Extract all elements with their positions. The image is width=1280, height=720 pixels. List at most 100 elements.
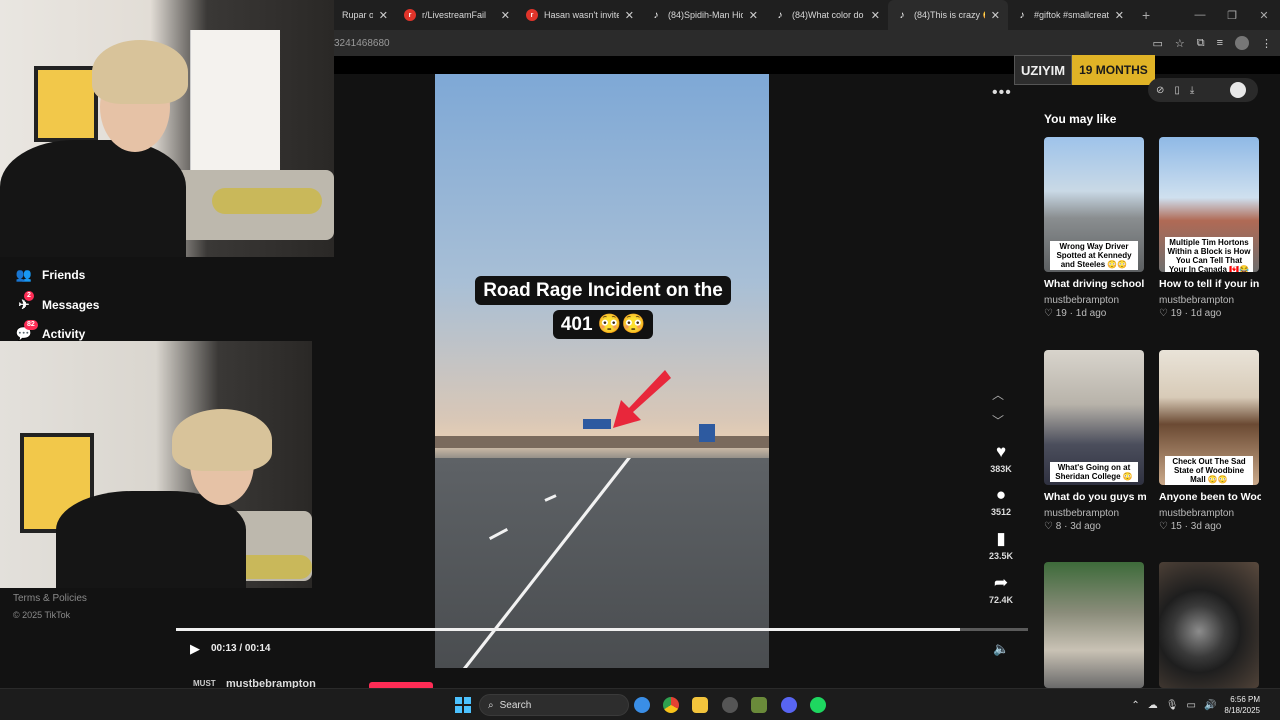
close-tab-icon[interactable]: ✕ [1115,9,1124,22]
video-caption: Road Rage Incident on the 401 😳😳 [473,274,733,342]
tab-title: Rupar on [342,10,373,20]
browser-tab[interactable]: Rupar on ✕ [334,0,396,30]
browser-tab[interactable]: ♪ (84)Spidih-Man Hide ✕ [642,0,766,30]
close-tab-icon[interactable]: ✕ [501,9,510,22]
device-icon[interactable]: ▯ [1174,85,1180,96]
display-icon[interactable]: ▭ [1187,700,1196,711]
chevron-down-icon[interactable]: ﹀ [992,412,1004,429]
recommendation-card[interactable] [1159,562,1261,688]
file-explorer-icon[interactable] [692,697,708,713]
search-icon: ⌕ [488,699,494,711]
video-player[interactable] [435,74,769,668]
recommendation-card[interactable]: What's Going on at Sheridan College 😳 Wh… [1044,350,1146,532]
heart-icon: ♥ [995,442,1007,461]
like-button[interactable]: ♥ 383K [980,442,1022,474]
obs-icon[interactable] [722,697,738,713]
streamer-shirt [0,140,186,257]
restore-icon[interactable]: ❐ [1216,9,1248,22]
media-icon[interactable]: ≡ [1217,37,1223,49]
settings-icon[interactable]: ⊘ [1156,85,1164,96]
overpass [435,436,769,448]
close-tab-icon[interactable]: ✕ [379,9,388,22]
share-count: 72.4K [988,595,1014,605]
browser-tab[interactable]: ♪ (84)What color do yo ✕ [766,0,888,30]
progress-fill [176,628,960,631]
chevron-up-tray-icon[interactable]: ⌃ [1131,700,1139,711]
recommendation-card[interactable]: Check Out The Sad State of Woodbine Mall… [1159,350,1261,532]
tab-title: Hasan wasn't invited [544,10,619,20]
card-likes: 8 [1055,521,1062,532]
tab-title: r/LivestreamFail [422,10,487,20]
browser-toolbar-icons: ▭ ☆ ⧉ ≡ ⋮ [1152,30,1272,56]
plush-toy [212,188,322,214]
card-author: mustbebrampton [1044,508,1120,519]
author-name[interactable]: mustbebrampton [226,678,316,688]
close-tab-icon[interactable]: ✕ [625,9,634,22]
activity-badge: 82 [24,320,38,330]
comment-button[interactable]: ● 3512 [980,485,1022,517]
subscriber-months: 19 MONTHS [1072,55,1155,85]
cast-icon[interactable]: ▭ [1152,37,1162,50]
recommendation-card[interactable]: Multiple Tim Hortons Within a Block is H… [1159,137,1261,319]
sidebar-item-label: Activity [42,327,86,341]
mic-icon[interactable]: 🎙 [1166,700,1179,711]
like-count: 383K [990,464,1012,474]
comment-count: 3512 [990,507,1012,517]
volume-tray-icon[interactable]: 🔊 [1204,700,1216,711]
spotify-icon[interactable] [810,697,826,713]
address-bar[interactable]: 3241468680 ▭ ☆ ⧉ ≡ ⋮ [334,30,1280,56]
terms-link[interactable]: Terms & Policies [13,593,87,604]
copyright: © 2025 TikTok [13,610,71,620]
card-thumbnail: Wrong Way Driver Spotted at Kennedy and … [1044,137,1144,272]
sidebar-item-friends[interactable]: 👥 Friends [16,267,85,283]
toggle-dot[interactable] [1230,82,1246,98]
taskbar-search[interactable]: ⌕ Search [479,694,629,716]
download-icon[interactable]: ⤓ [1190,85,1194,96]
extensions-icon[interactable]: ⧉ [1197,37,1205,50]
close-tab-icon[interactable]: ✕ [871,9,880,22]
sidebar-item-activity[interactable]: 💬 82 Activity [16,320,86,342]
messages-icon: ✈ 2 [16,291,34,313]
minimize-icon[interactable]: — [1184,9,1216,21]
volume-icon[interactable]: 🔈 [993,641,1009,657]
card-likes: 19 [1055,308,1067,319]
play-icon[interactable]: ▶ [190,641,200,657]
card-title: What driving school taught them this... [1044,278,1146,290]
tab-title: #giftok #smallcreato [1034,10,1109,20]
recommendation-card[interactable] [1044,562,1146,688]
card-meta: ♡ 19 · 1d ago [1044,308,1107,319]
sidebar-item-messages[interactable]: ✈ 2 Messages [16,291,99,313]
close-window-icon[interactable]: ✕ [1248,9,1280,22]
share-button[interactable]: ➦ 72.4K [980,573,1022,605]
app-icon[interactable] [751,697,767,713]
tab-title: (84)This is crazy 😳😳 [914,9,985,20]
card-likes: 15 [1170,521,1182,532]
recommendation-card[interactable]: Wrong Way Driver Spotted at Kennedy and … [1044,137,1146,319]
save-button[interactable]: ▮ 23.5K [980,529,1022,561]
card-thumbnail: Multiple Tim Hortons Within a Block is H… [1159,137,1259,272]
chevron-up-icon[interactable]: ︿ [992,386,1004,403]
profile-avatar[interactable] [1235,36,1249,50]
browser-tab-active[interactable]: ♪ (84)This is crazy 😳😳 ✕ [888,0,1008,30]
tiktok-icon: ♪ [777,9,783,21]
system-clock[interactable]: 6:56 PM 8/18/2025 [1224,694,1260,716]
close-tab-icon[interactable]: ✕ [991,9,1000,22]
bookmark-star-icon[interactable]: ☆ [1175,37,1185,50]
caption-text: Road Rage Incident on the 401 😳😳 [475,276,731,339]
new-tab-icon[interactable]: + [1132,7,1160,23]
network-icon[interactable]: ☁ [1148,700,1158,711]
chrome-icon[interactable] [663,697,679,713]
subscriber-badge: UZIYIM 19 MONTHS [1014,55,1155,85]
video-progress-bar[interactable] [176,628,1028,631]
more-options-icon[interactable]: ••• [992,84,1012,102]
browser-tab[interactable]: ♪ #giftok #smallcreato ✕ [1008,0,1132,30]
windows-start-icon[interactable] [455,697,471,713]
comment-icon: ● [995,485,1007,504]
menu-dots-icon[interactable]: ⋮ [1261,37,1272,50]
browser-tab[interactable]: r r/LivestreamFail ✕ [396,0,518,30]
discord-icon[interactable] [781,697,797,713]
close-tab-icon[interactable]: ✕ [749,9,758,22]
edge-icon[interactable] [634,697,650,713]
card-age: 3d ago [1190,521,1222,532]
browser-tab[interactable]: r Hasan wasn't invited ✕ [518,0,642,30]
